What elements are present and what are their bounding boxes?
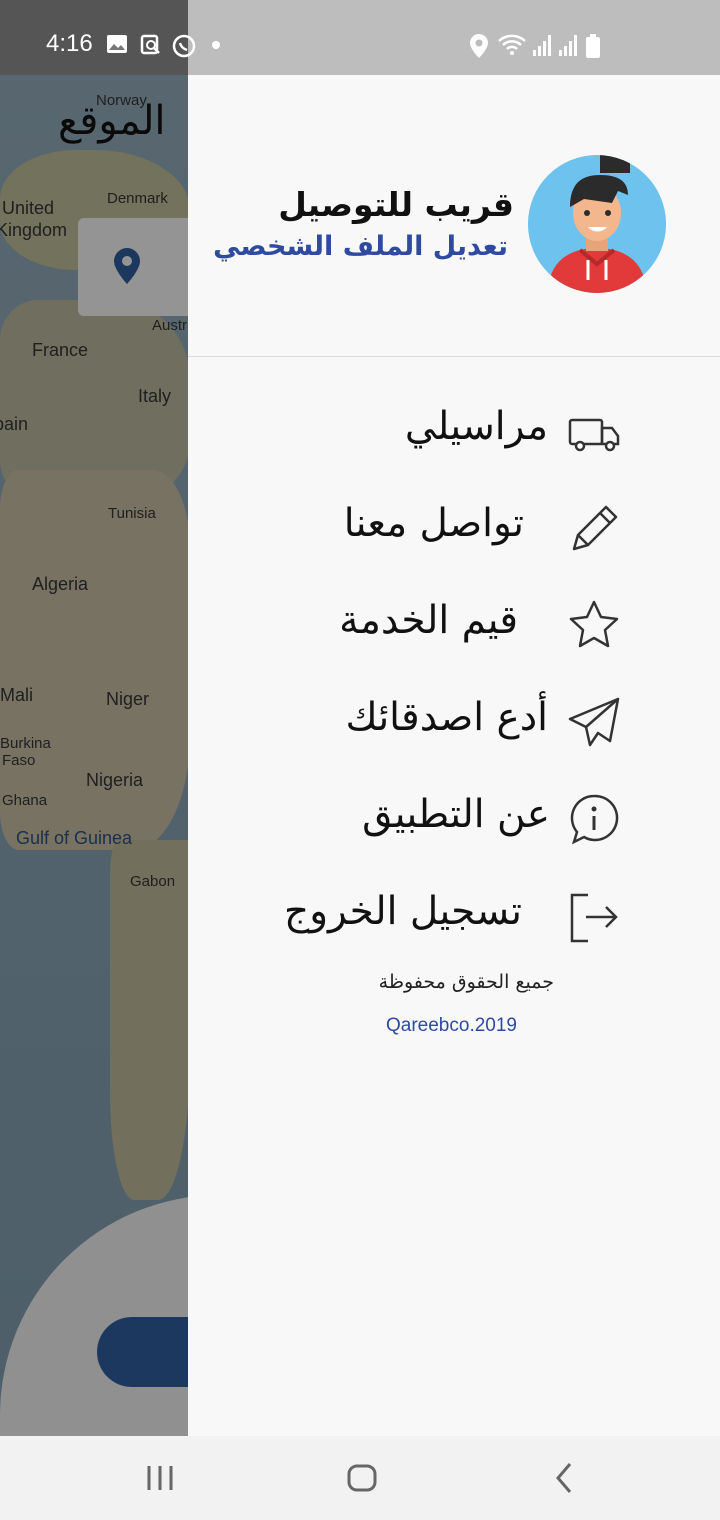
menu-label: قيم الخدمة [339, 598, 518, 643]
location-icon [470, 34, 488, 58]
star-icon [569, 600, 619, 648]
signal-icon [559, 35, 577, 56]
menu-item-my-shipments[interactable]: مراسيلي [188, 390, 720, 470]
screenshot-icon [140, 34, 160, 55]
battery-icon [586, 34, 600, 58]
pencil-icon [572, 505, 618, 551]
menu-label: عن التطبيق [362, 792, 550, 837]
gallery-icon [107, 35, 127, 53]
menu-item-contact-us[interactable]: تواصل معنا [188, 487, 720, 567]
menu-item-rate-service[interactable]: قيم الخدمة [188, 584, 720, 664]
dot-icon [212, 41, 220, 49]
menu-label: مراسيلي [404, 404, 548, 449]
status-bar: 4:16 [0, 0, 720, 75]
system-navigation-bar [0, 1436, 720, 1520]
truck-icon [568, 418, 620, 452]
menu-label: أدع اصدقائك [345, 695, 548, 740]
logout-icon [570, 893, 618, 943]
edit-profile-link[interactable]: تعديل الملف الشخصي [213, 231, 508, 262]
signal-icon [533, 35, 551, 56]
menu-item-invite-friends[interactable]: أدع اصدقائك [188, 681, 720, 761]
info-bubble-icon [570, 794, 619, 845]
home-icon[interactable] [332, 1458, 392, 1498]
paper-plane-icon [568, 697, 620, 747]
wifi-icon [498, 34, 526, 55]
recent-apps-icon[interactable] [130, 1458, 190, 1498]
user-avatar-icon [528, 155, 666, 293]
app-title: قريب للتوصيل [278, 185, 514, 224]
status-time: 4:16 [46, 30, 93, 57]
back-icon[interactable] [534, 1458, 594, 1498]
copyright-text: Qareebco.2019 [386, 1015, 517, 1036]
whatsapp-icon [172, 34, 196, 58]
menu-item-logout[interactable]: تسجيل الخروج [188, 875, 720, 955]
menu-item-about-app[interactable]: عن التطبيق [188, 778, 720, 858]
navigation-drawer: قريب للتوصيل تعديل الملف الشخصي مراسيلي … [188, 75, 720, 1436]
menu-label: تواصل معنا [343, 501, 524, 546]
menu-label: تسجيل الخروج [284, 889, 522, 934]
avatar[interactable] [528, 155, 666, 293]
divider [188, 356, 720, 357]
rights-reserved-text: جميع الحقوق محفوظة [378, 971, 554, 993]
